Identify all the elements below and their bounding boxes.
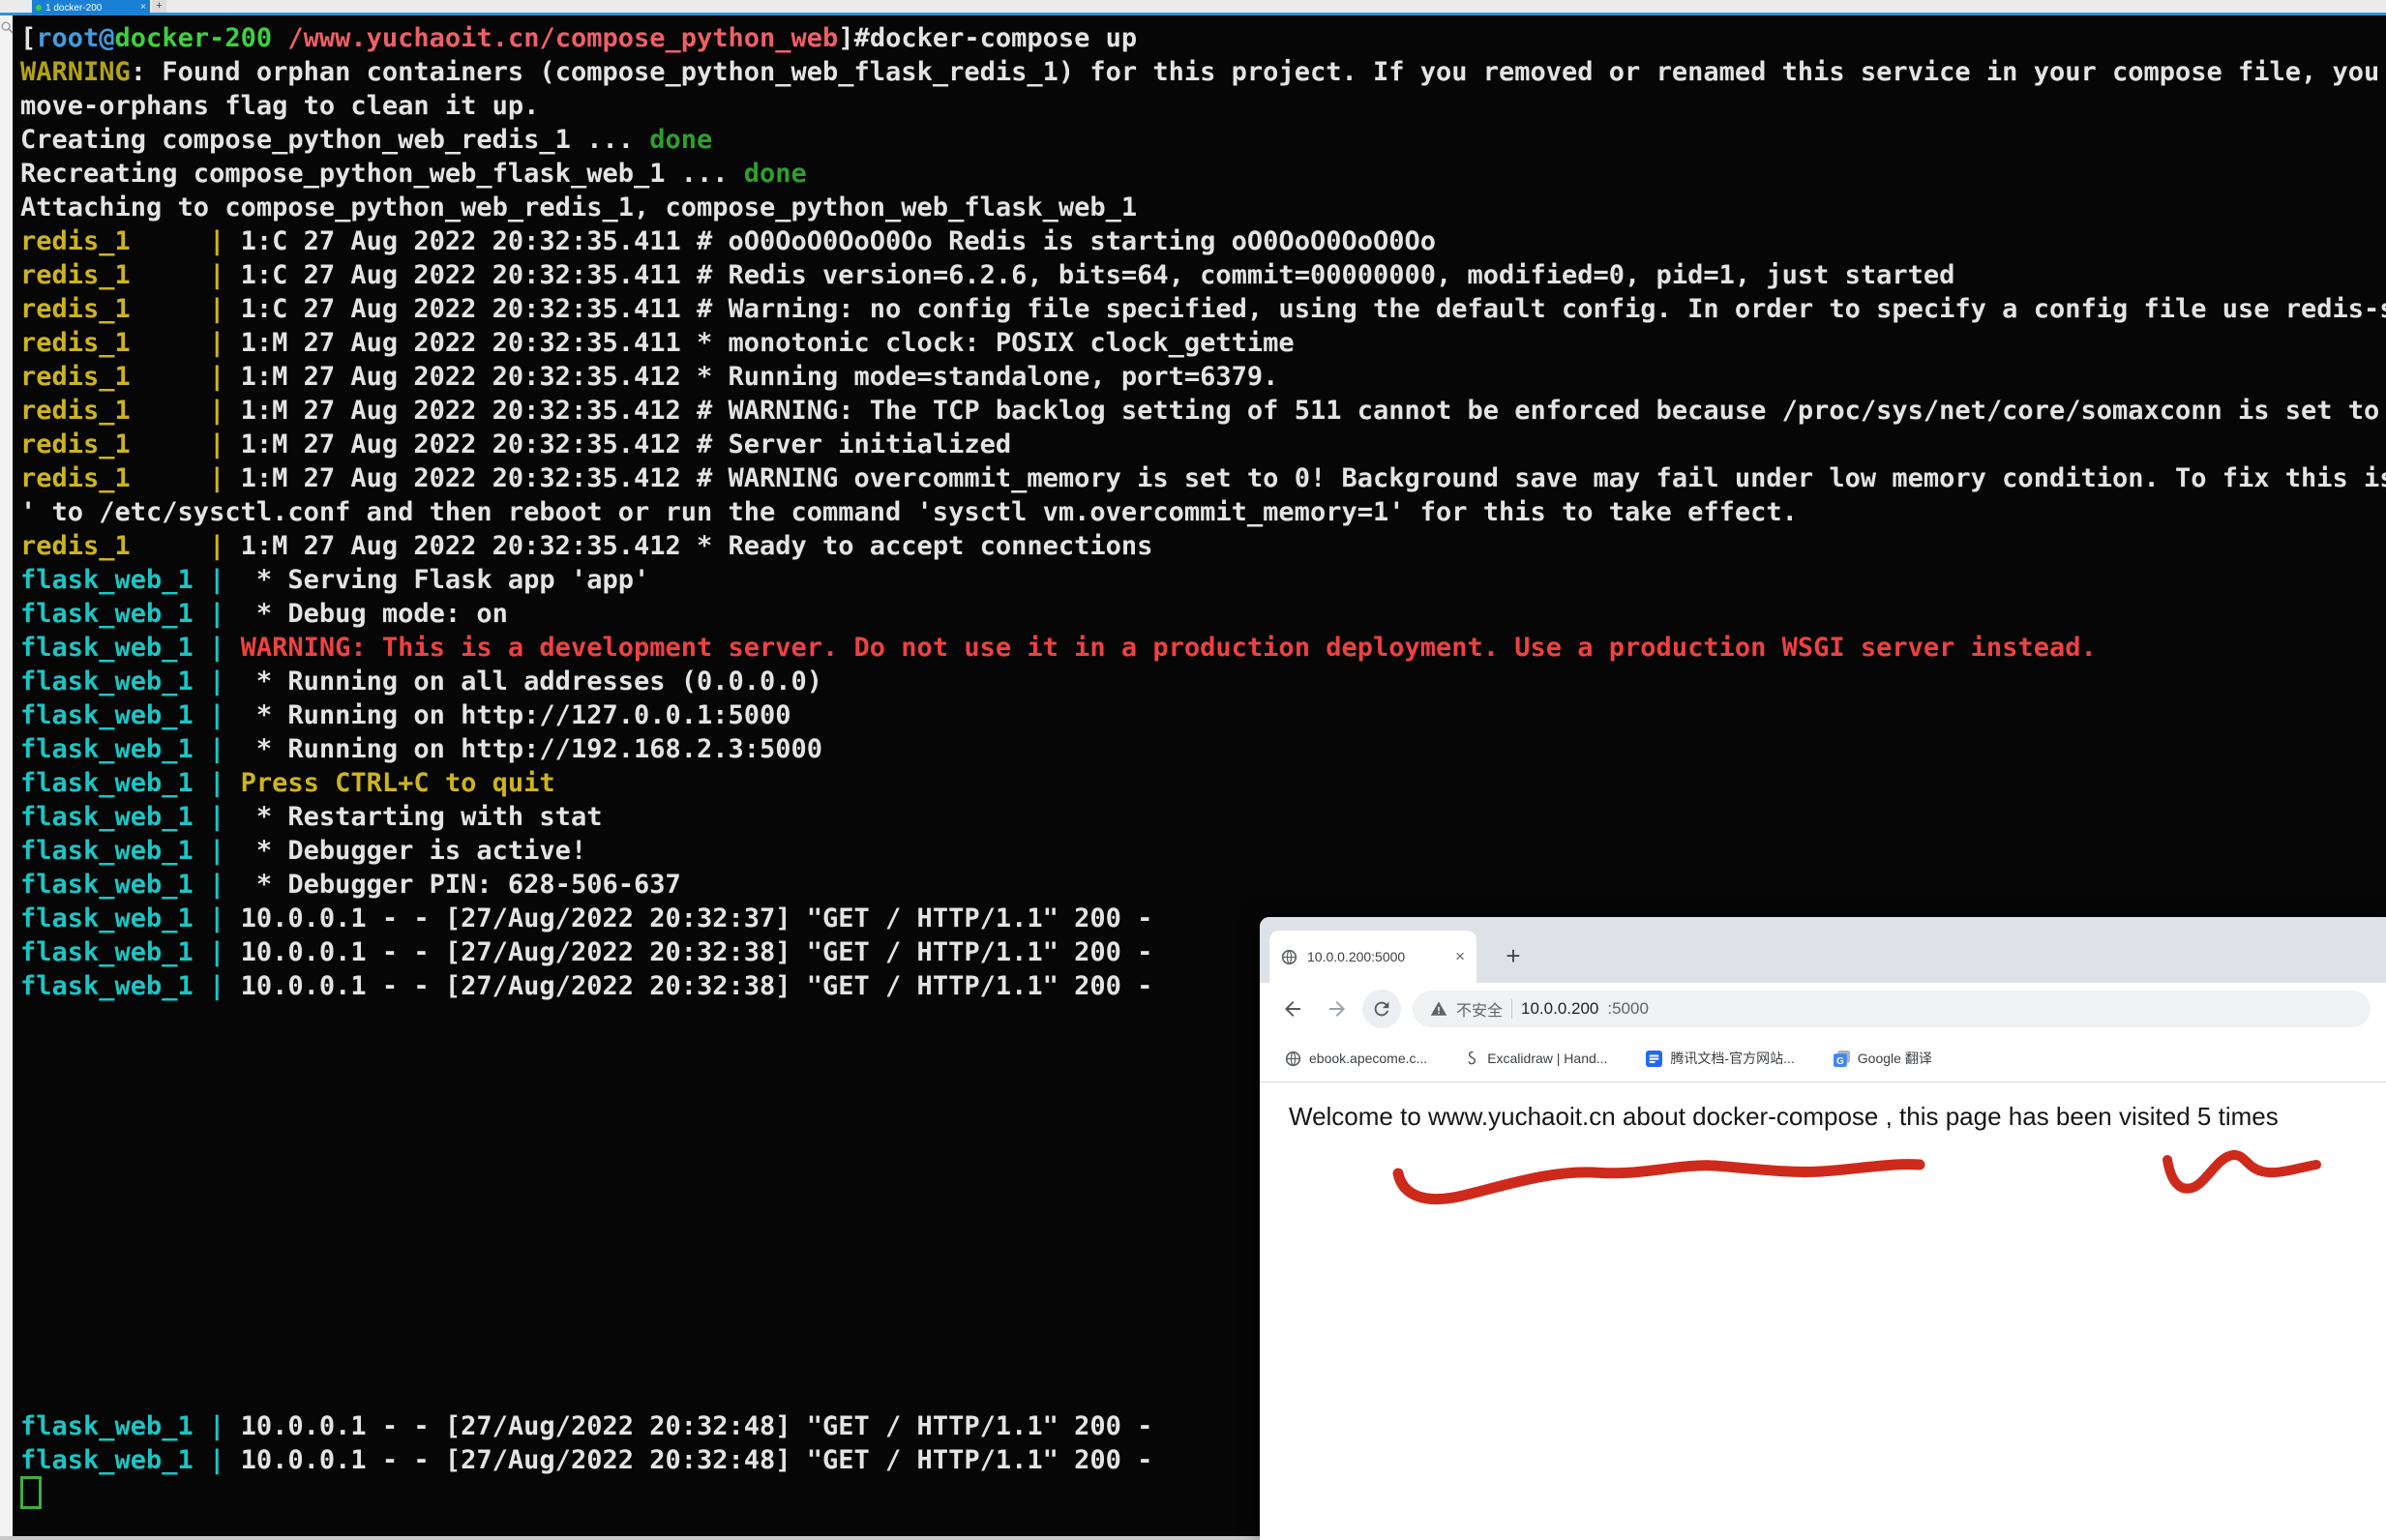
terminal-line: redis_1 | 1:M 27 Aug 2022 20:32:35.412 #… [20,394,2386,428]
forward-button[interactable] [1318,990,1357,1028]
terminal-line: ' to /etc/sysctl.conf and then reboot or… [20,495,2386,529]
bookmark-label: 腾讯文档-官方网站... [1670,1049,1794,1068]
bookmark-item-excalidraw[interactable]: Excalidraw | Hand... [1466,1051,1607,1066]
bookmark-item-google-translate[interactable]: G Google 翻译 [1834,1049,1932,1068]
google-translate-icon: G [1834,1051,1850,1067]
not-secure-warning-icon [1430,1000,1447,1018]
xshell-tab-close-icon[interactable]: × [140,3,146,13]
bookmarks-bar: ebook.apecome.c... Excalidraw | Hand... … [1260,1035,2386,1082]
terminal-line: redis_1 | 1:M 27 Aug 2022 20:32:35.412 *… [20,360,2386,394]
terminal-line: redis_1 | 1:C 27 Aug 2022 20:32:35.411 #… [20,224,2386,258]
terminal-line: flask_web_1 | * Running on all addresses… [20,665,2386,698]
terminal-line: flask_web_1 | WARNING: This is a develop… [20,631,2386,665]
back-arrow-icon [1281,997,1304,1021]
terminal-line: Recreating compose_python_web_flask_web_… [20,157,2386,191]
bookmark-item-ebook[interactable]: ebook.apecome.c... [1285,1051,1427,1067]
browser-tab-strip: 10.0.0.200:5000 × + [1260,917,2386,983]
terminal-line: redis_1 | 1:M 27 Aug 2022 20:32:35.412 #… [20,428,2386,461]
xshell-tab-label: 1 docker-200 [45,3,102,14]
url-bar[interactable]: 不安全 10.0.0.200 :5000 [1413,991,2371,1027]
browser-tab-close-icon[interactable]: × [1455,947,1465,966]
reload-button[interactable] [1362,990,1401,1028]
security-label: 不安全 [1456,997,1503,1021]
terminal-line: flask_web_1 | * Running on http://192.16… [20,732,2386,766]
xshell-new-tab-button[interactable]: + [152,0,166,13]
bookmark-item-tencent-docs[interactable]: 腾讯文档-官方网站... [1646,1049,1794,1068]
terminal-line: flask_web_1 | * Serving Flask app 'app' [20,563,2386,597]
excalidraw-icon [1466,1051,1479,1066]
terminal-line: flask_web_1 | Press CTRL+C to quit [20,766,2386,800]
svg-text:G: G [1836,1055,1844,1066]
forward-arrow-icon [1326,997,1349,1021]
terminal-line: redis_1 | 1:M 27 Aug 2022 20:32:35.411 *… [20,326,2386,360]
globe-icon [1281,949,1297,965]
terminal-line: Attaching to compose_python_web_redis_1,… [20,191,2386,224]
terminal-line: flask_web_1 | * Running on http://127.0.… [20,698,2386,732]
globe-icon [1285,1051,1301,1067]
terminal-line: flask_web_1 | * Debugger PIN: 628-506-63… [20,868,2386,902]
bookmark-label: Excalidraw | Hand... [1487,1051,1607,1066]
browser-window: 10.0.0.200:5000 × + [1260,917,2386,1540]
left-edge-panel [0,13,13,1536]
tencent-docs-icon [1646,1051,1662,1067]
url-port: :5000 [1607,999,1649,1019]
page-content: Welcome to www.yuchaoit.cn about docker-… [1260,1102,2386,1540]
terminal-line: flask_web_1 | * Debugger is active! [20,834,2386,868]
screen: [root@docker-200 /www.yuchaoit.cn/compos… [0,0,2386,1540]
page-welcome-text: Welcome to www.yuchaoit.cn about docker-… [1289,1102,2386,1132]
terminal-line: redis_1 | 1:C 27 Aug 2022 20:32:35.411 #… [20,292,2386,326]
terminal-line: move-orphans flag to clean it up. [20,89,2386,123]
magnifier-icon [0,20,14,34]
xshell-tab-bar [0,0,2386,13]
terminal-line: [root@docker-200 /www.yuchaoit.cn/compos… [20,21,2386,55]
browser-new-tab-button[interactable]: + [1496,938,1531,973]
bookmark-label: ebook.apecome.c... [1309,1051,1427,1066]
url-host: 10.0.0.200 [1521,999,1598,1019]
session-connected-dot [36,5,42,11]
terminal-line: redis_1 | 1:M 27 Aug 2022 20:32:35.412 *… [20,529,2386,563]
red-marker-annotations [1260,1102,2386,1540]
terminal-line: Creating compose_python_web_redis_1 ... … [20,123,2386,157]
url-separator [1511,999,1512,1019]
terminal-line: redis_1 | 1:M 27 Aug 2022 20:32:35.412 #… [20,461,2386,495]
terminal-line: WARNING: Found orphan containers (compos… [20,55,2386,89]
browser-tab-title: 10.0.0.200:5000 [1307,949,1446,964]
terminal-cursor [20,1476,42,1509]
terminal-line: flask_web_1 | * Debug mode: on [20,597,2386,631]
xshell-accent-line [0,13,2386,15]
xshell-session-tab[interactable]: 1 docker-200 × [32,0,150,15]
browser-tab[interactable]: 10.0.0.200:5000 × [1269,931,1476,983]
reload-icon [1371,998,1392,1020]
terminal-line: redis_1 | 1:C 27 Aug 2022 20:32:35.411 #… [20,258,2386,292]
back-button[interactable] [1273,990,1312,1028]
bookmark-label: Google 翻译 [1858,1049,1932,1068]
red-underline-stroke [1398,1165,1920,1199]
browser-toolbar: 不安全 10.0.0.200 :5000 [1260,983,2386,1035]
terminal-line: flask_web_1 | * Restarting with stat [20,800,2386,834]
red-squiggle-stroke [2167,1155,2316,1189]
